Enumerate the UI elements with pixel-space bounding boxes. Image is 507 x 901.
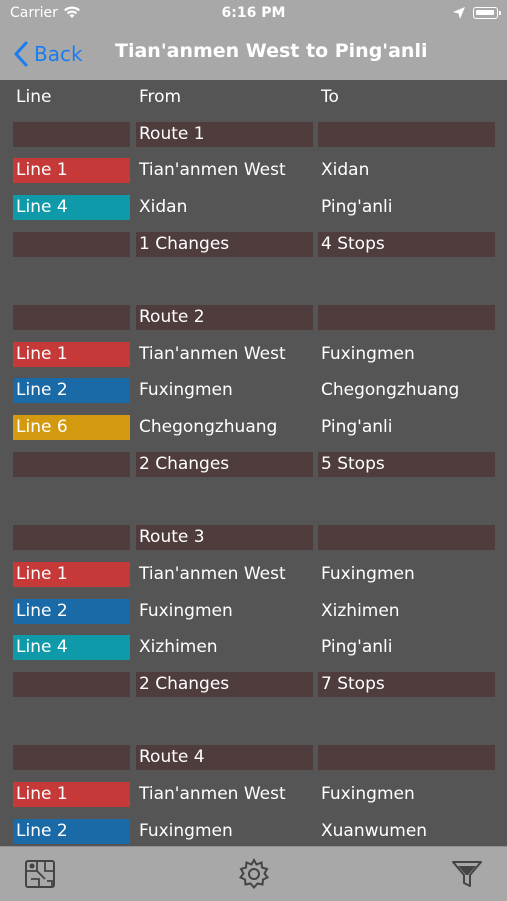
route-title-row[interactable]: Route 1 — [0, 121, 507, 149]
route-title: Route 3 — [136, 525, 313, 551]
leg-to: Ping'anli — [321, 196, 393, 217]
leg-from: Chegongzhuang — [139, 417, 278, 438]
leg-to: Ping'anli — [321, 637, 393, 658]
route-summary-row[interactable]: 1 Changes 4 Stops — [0, 231, 507, 259]
route-stops: 7 Stops — [318, 672, 495, 697]
empty-cell — [318, 305, 495, 330]
route-leg-row[interactable]: Line 2 Fuxingmen Chegongzhuang — [0, 378, 507, 405]
map-icon[interactable] — [23, 857, 57, 891]
route-leg-row[interactable]: Line 6 Chegongzhuang Ping'anli — [0, 415, 507, 442]
line-badge: Line 1 — [13, 561, 130, 587]
status-bar: Carrier 6:16 PM — [0, 0, 507, 28]
leg-from: Fuxingmen — [139, 820, 233, 841]
back-label: Back — [34, 42, 83, 66]
route-leg-row[interactable]: Line 4 Xizhimen Ping'anli — [0, 635, 507, 662]
route-changes: 1 Changes — [136, 231, 313, 257]
line-badge: Line 4 — [13, 194, 130, 220]
back-button[interactable]: Back — [14, 36, 83, 72]
route-title-row[interactable]: Route 2 — [0, 305, 507, 332]
table-header: Line From To — [0, 85, 507, 112]
line-badge: Line 1 — [13, 341, 130, 367]
route-stops: 4 Stops — [318, 231, 495, 257]
route-stops: 5 Stops — [318, 451, 495, 477]
route-leg-row[interactable]: Line 2 Fuxingmen Xuanwumen — [0, 818, 507, 846]
leg-to: Fuxingmen — [321, 563, 415, 584]
tab-bar — [0, 846, 507, 901]
leg-to: Chegongzhuang — [321, 380, 460, 401]
empty-cell — [318, 745, 495, 771]
leg-from: Fuxingmen — [139, 600, 233, 621]
chevron-left-icon — [14, 41, 28, 67]
route-leg-row[interactable]: Line 1 Tian'anmen West Fuxingmen — [0, 782, 507, 809]
line-badge: Line 4 — [13, 635, 130, 661]
route-leg-row[interactable]: Line 4 Xidan Ping'anli — [0, 194, 507, 222]
leg-from: Tian'anmen West — [139, 160, 286, 181]
line-badge: Line 6 — [13, 415, 130, 441]
empty-cell — [13, 745, 130, 771]
line-badge: Line 1 — [13, 158, 130, 184]
empty-cell — [13, 451, 130, 477]
leg-to: Xidan — [321, 160, 370, 181]
filter-icon[interactable] — [450, 857, 484, 891]
page-title: Tian'anmen West to Ping'anli — [115, 40, 428, 62]
route-title-row[interactable]: Route 3 — [0, 525, 507, 552]
leg-from: Xizhimen — [139, 637, 218, 658]
route-leg-row[interactable]: Line 1 Tian'anmen West Xidan — [0, 158, 507, 185]
empty-cell — [13, 231, 130, 257]
route-leg-row[interactable]: Line 1 Tian'anmen West Fuxingmen — [0, 341, 507, 369]
leg-to: Fuxingmen — [321, 784, 415, 805]
navigation-bar: Back Tian'anmen West to Ping'anli — [0, 28, 507, 80]
line-badge: Line 1 — [13, 782, 130, 808]
header-line: Line — [16, 87, 52, 107]
header-from: From — [139, 87, 182, 107]
header-to: To — [321, 87, 339, 107]
empty-cell — [13, 672, 130, 697]
line-badge: Line 2 — [13, 598, 130, 624]
battery-icon — [473, 7, 501, 19]
leg-to: Xuanwumen — [321, 820, 428, 841]
route-leg-row[interactable]: Line 2 Fuxingmen Xizhimen — [0, 598, 507, 626]
leg-from: Fuxingmen — [139, 380, 233, 401]
location-arrow-icon — [453, 7, 465, 19]
leg-to: Xizhimen — [321, 600, 400, 621]
route-summary-row[interactable]: 2 Changes 5 Stops — [0, 451, 507, 479]
leg-from: Tian'anmen West — [139, 563, 286, 584]
gear-icon[interactable] — [237, 857, 271, 891]
empty-cell — [318, 121, 495, 147]
clock: 6:16 PM — [221, 5, 286, 21]
route-title: Route 4 — [136, 745, 313, 771]
leg-from: Tian'anmen West — [139, 784, 286, 805]
routes-table[interactable]: Line From To Route 1 Line 1 Tian'anmen Wes… — [0, 80, 507, 846]
leg-from: Tian'anmen West — [139, 343, 286, 364]
route-changes: 2 Changes — [136, 451, 313, 477]
route-changes: 2 Changes — [136, 672, 313, 697]
empty-cell — [13, 525, 130, 551]
leg-from: Xidan — [139, 196, 188, 217]
leg-to: Fuxingmen — [321, 343, 415, 364]
empty-cell — [13, 305, 130, 330]
line-badge: Line 2 — [13, 818, 130, 844]
route-leg-row[interactable]: Line 1 Tian'anmen West Fuxingmen — [0, 561, 507, 589]
route-summary-row[interactable]: 2 Changes 7 Stops — [0, 672, 507, 699]
empty-cell — [13, 121, 130, 147]
route-title: Route 1 — [136, 121, 313, 147]
leg-to: Ping'anli — [321, 417, 393, 438]
line-badge: Line 2 — [13, 378, 130, 404]
empty-cell — [318, 525, 495, 551]
route-title: Route 2 — [136, 305, 313, 330]
route-title-row[interactable]: Route 4 — [0, 745, 507, 772]
